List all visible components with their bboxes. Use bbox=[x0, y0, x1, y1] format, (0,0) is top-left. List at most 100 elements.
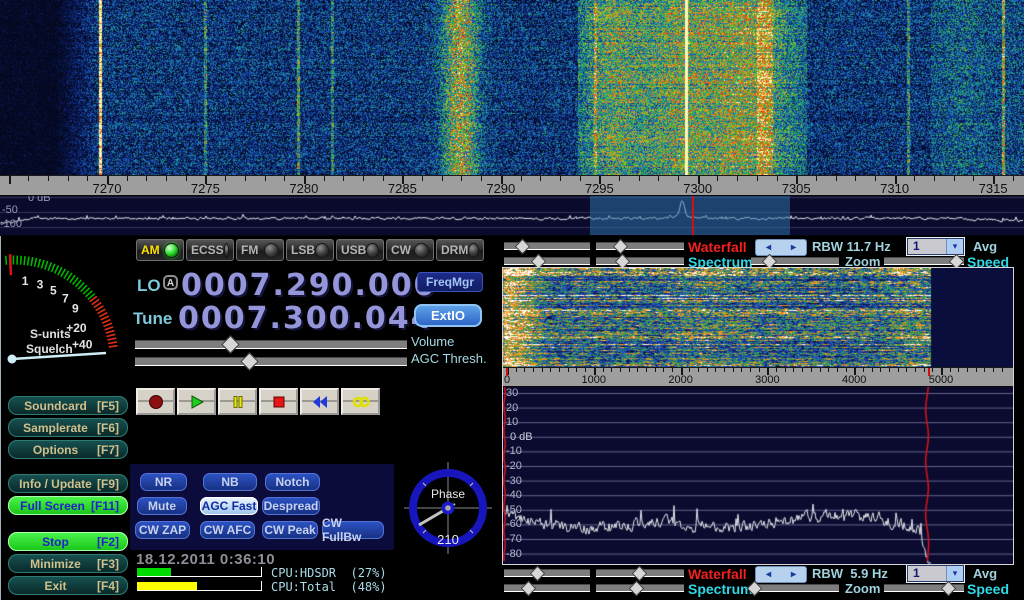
rf-speed-slider[interactable] bbox=[884, 255, 964, 267]
rf-db-label: 0 dB bbox=[28, 196, 51, 204]
dsp-button-cw-afc[interactable]: CW AFC bbox=[200, 521, 255, 539]
rf-spectrum-trace[interactable] bbox=[0, 196, 1024, 235]
arrow-right-icon[interactable]: ▸ bbox=[791, 569, 796, 580]
af-contrast-slider[interactable] bbox=[596, 567, 684, 579]
af-brightness-slider[interactable] bbox=[504, 567, 590, 579]
passband-highlight[interactable] bbox=[590, 196, 790, 235]
mode-button-fm[interactable]: FM bbox=[236, 239, 284, 261]
mode-label: FM bbox=[241, 243, 258, 257]
extio-button[interactable]: ExtIO bbox=[414, 304, 482, 327]
dsp-button-notch[interactable]: Notch bbox=[265, 473, 320, 491]
squelch-label: Squelch bbox=[26, 342, 73, 356]
rf-brightness-slider[interactable] bbox=[504, 240, 590, 252]
button-samplerate[interactable]: Samplerate[F6] bbox=[8, 418, 128, 437]
dsp-button-agc-fast[interactable]: AGC Fast bbox=[200, 497, 258, 515]
af-waterfall-display[interactable] bbox=[503, 268, 1013, 367]
rf-spectrum-display[interactable]: 0 dB -50 -100 bbox=[0, 196, 1024, 236]
chevron-down-icon[interactable]: ▾ bbox=[946, 566, 963, 581]
mode-button-ecss[interactable]: ECSS bbox=[186, 239, 234, 261]
mode-button-lsb[interactable]: LSB bbox=[286, 239, 334, 261]
dsp-panel: NR NB Notch Mute AGC FastDespread CW ZAP CW AF… bbox=[130, 464, 394, 550]
af-shift-spinner[interactable]: ◂▸ bbox=[755, 566, 807, 583]
mode-selector-row: AMECSS FM LSBUSBCW DRM bbox=[136, 239, 488, 263]
button-hotkey: [F7] bbox=[97, 443, 119, 457]
lo-auto-badge[interactable]: A bbox=[163, 275, 178, 290]
af-zoom-slider[interactable] bbox=[751, 582, 839, 594]
button-label: Options bbox=[17, 443, 94, 457]
af-rbw-label: RBW 5.9 Hz bbox=[812, 566, 888, 581]
transport-rewind-button[interactable] bbox=[300, 388, 339, 415]
rf-contrast-slider[interactable] bbox=[596, 240, 684, 252]
af-avg-select[interactable]: 1▾ bbox=[907, 565, 964, 582]
mode-led-indicator bbox=[366, 243, 379, 258]
af-scale-label: 1000 bbox=[582, 374, 606, 386]
mode-button-drm[interactable]: DRM bbox=[436, 239, 484, 261]
transport-pause-button[interactable] bbox=[218, 388, 257, 415]
af-range-slider[interactable] bbox=[596, 582, 684, 594]
arrow-left-icon[interactable]: ◂ bbox=[766, 242, 771, 253]
af-db-label: -50 bbox=[506, 504, 522, 516]
s-meter-scale-label: +40 bbox=[72, 337, 93, 351]
squelch-slider-knob[interactable] bbox=[8, 355, 17, 364]
mode-button-usb[interactable]: USB bbox=[336, 239, 384, 261]
s-meter: 13579+20+40 S-units Squelch bbox=[2, 240, 128, 400]
af-display-panel: 010002000300040005000 3020100 dB-10-20-3… bbox=[502, 267, 1014, 565]
dsp-button-despread[interactable]: Despread bbox=[262, 497, 320, 515]
af-speed-slider[interactable] bbox=[884, 582, 964, 594]
transport-play-button[interactable] bbox=[177, 388, 216, 415]
button-hotkey: [F9] bbox=[97, 477, 119, 491]
rf-waterfall-display[interactable] bbox=[0, 0, 1024, 175]
dsp-button-cw-zap[interactable]: CW ZAP bbox=[135, 521, 190, 539]
af-frequency-scale[interactable]: 010002000300040005000 bbox=[503, 367, 1013, 387]
s-units-label: S-units bbox=[30, 327, 71, 341]
lo-frequency-display[interactable]: 0007.290.000 bbox=[181, 268, 437, 303]
agc-threshold-slider[interactable] bbox=[135, 354, 407, 369]
button-label: Samplerate bbox=[17, 421, 94, 435]
dsp-button-nb[interactable]: NB bbox=[203, 473, 257, 491]
mode-led-indicator bbox=[414, 243, 429, 258]
record-icon bbox=[146, 394, 166, 410]
transport-stop-button[interactable] bbox=[259, 388, 298, 415]
dsp-button-cw-peak[interactable]: CW Peak bbox=[262, 521, 318, 539]
mode-led-indicator bbox=[468, 243, 479, 258]
s-meter-scale-label: 9 bbox=[72, 302, 79, 316]
volume-slider[interactable] bbox=[135, 337, 407, 352]
button-full-screen[interactable]: Full Screen[F11] bbox=[8, 496, 128, 515]
phase-dial[interactable]: Phase 210 bbox=[402, 456, 494, 556]
af-db-label: -10 bbox=[506, 445, 522, 457]
af-spectrum-display[interactable] bbox=[503, 387, 1013, 564]
rf-floor-slider[interactable] bbox=[504, 255, 590, 267]
phase-label: Phase bbox=[431, 487, 465, 501]
button-options[interactable]: Options[F7] bbox=[8, 440, 128, 459]
rf-zoom-slider[interactable] bbox=[751, 255, 839, 267]
mode-label: DRM bbox=[441, 243, 468, 257]
transport-loop-button[interactable] bbox=[341, 388, 380, 415]
button-soundcard[interactable]: Soundcard[F5] bbox=[8, 396, 128, 415]
dsp-button-mute[interactable]: Mute bbox=[137, 497, 187, 515]
loop-icon bbox=[351, 394, 371, 410]
button-label: Exit bbox=[17, 579, 94, 593]
transport-record-button[interactable] bbox=[136, 388, 175, 415]
freqmgr-button[interactable]: FreqMgr bbox=[417, 272, 483, 292]
agc-threshold-label: AGC Thresh. bbox=[411, 351, 487, 366]
chevron-down-icon[interactable]: ▾ bbox=[946, 239, 963, 254]
dsp-button-cw-fullbw[interactable]: CW FullBw bbox=[322, 521, 384, 539]
arrow-left-icon[interactable]: ◂ bbox=[766, 569, 771, 580]
button-exit[interactable]: Exit[F4] bbox=[8, 576, 128, 595]
rf-shift-spinner[interactable]: ◂▸ bbox=[755, 239, 807, 256]
rf-avg-select[interactable]: 1▾ bbox=[907, 238, 964, 255]
mode-button-am[interactable]: AM bbox=[136, 239, 184, 261]
mode-button-cw[interactable]: CW bbox=[386, 239, 434, 261]
button-label: Minimize bbox=[17, 557, 94, 571]
button-minimize[interactable]: Minimize[F3] bbox=[8, 554, 128, 573]
rf-frequency-scale[interactable]: 7270727572807285729072957300730573107315 bbox=[0, 175, 1024, 196]
arrow-right-icon[interactable]: ▸ bbox=[791, 242, 796, 253]
rf-range-slider[interactable] bbox=[596, 255, 684, 267]
af-floor-slider[interactable] bbox=[504, 582, 590, 594]
button-info-update[interactable]: Info / Update[F9] bbox=[8, 474, 128, 493]
af-db-label: -40 bbox=[506, 489, 522, 501]
button-stop[interactable]: Stop[F2] bbox=[8, 532, 128, 551]
tune-frequency-display[interactable]: 0007.300.044 bbox=[178, 301, 434, 336]
button-label: Soundcard bbox=[17, 399, 94, 413]
dsp-button-nr[interactable]: NR bbox=[140, 473, 187, 491]
